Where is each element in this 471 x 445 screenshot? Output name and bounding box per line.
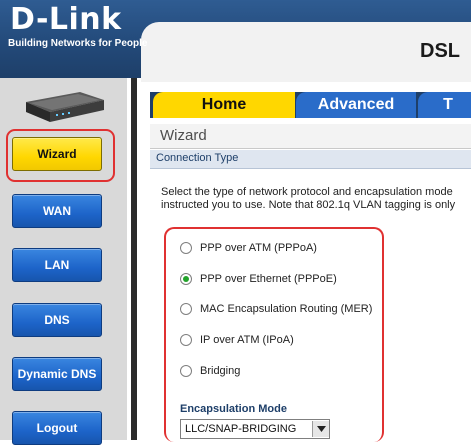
sidebar-item-lan[interactable]: LAN: [12, 248, 102, 282]
model-title: DSL: [420, 40, 460, 62]
option-ipoa[interactable]: IP over ATM (IPoA): [180, 334, 294, 346]
option-pppoe[interactable]: PPP over Ethernet (PPPoE): [180, 273, 337, 285]
header-banner: D-Link Building Networks for People DSL: [0, 0, 471, 82]
chevron-down-icon[interactable]: [312, 421, 329, 437]
sidebar-divider: [131, 78, 137, 440]
sidebar-item-wizard[interactable]: Wizard: [12, 137, 102, 171]
tab-home[interactable]: Home: [153, 92, 295, 118]
sidebar-item-wan[interactable]: WAN: [12, 194, 102, 228]
connection-description: Select the type of network protocol and …: [161, 186, 471, 212]
brand-tagline: Building Networks for People: [8, 38, 148, 49]
encapsulation-mode-label: Encapsulation Mode: [180, 403, 287, 415]
radio-mer[interactable]: [180, 303, 192, 315]
top-tabs: Home Advanced T: [150, 92, 471, 118]
description-line-1: Select the type of network protocol and …: [161, 186, 453, 198]
router-image: [26, 92, 104, 122]
option-bridging[interactable]: Bridging: [180, 365, 240, 377]
description-line-2: instructed you to use. Note that 802.1q …: [161, 199, 456, 211]
option-pppoa-label: PPP over ATM (PPPoA): [200, 242, 317, 254]
brand-logo: D-Link: [10, 2, 122, 37]
tab-advanced[interactable]: Advanced: [296, 92, 416, 118]
radio-ipoa[interactable]: [180, 334, 192, 346]
tab-tools[interactable]: T: [418, 92, 471, 118]
radio-pppoe[interactable]: [180, 273, 192, 285]
radio-pppoa[interactable]: [180, 242, 192, 254]
option-mer-label: MAC Encapsulation Routing (MER): [200, 303, 373, 315]
option-pppoe-label: PPP over Ethernet (PPPoE): [200, 273, 337, 285]
option-ipoa-label: IP over ATM (IPoA): [200, 334, 294, 346]
page-title-bar: Wizard: [150, 124, 471, 149]
sidebar-item-dns[interactable]: DNS: [12, 303, 102, 337]
option-pppoa[interactable]: PPP over ATM (PPPoA): [180, 242, 317, 254]
sidebar-item-dynamic-dns[interactable]: Dynamic DNS: [12, 357, 102, 391]
section-header: Connection Type: [150, 150, 471, 169]
section-title: Connection Type: [156, 152, 239, 164]
radio-bridging[interactable]: [180, 365, 192, 377]
page-title: Wizard: [160, 127, 207, 144]
encapsulation-mode-value: LLC/SNAP-BRIDGING: [185, 423, 297, 435]
option-bridging-label: Bridging: [200, 365, 241, 377]
encapsulation-mode-select[interactable]: LLC/SNAP-BRIDGING: [180, 419, 330, 439]
option-mer[interactable]: MAC Encapsulation Routing (MER): [180, 303, 372, 315]
